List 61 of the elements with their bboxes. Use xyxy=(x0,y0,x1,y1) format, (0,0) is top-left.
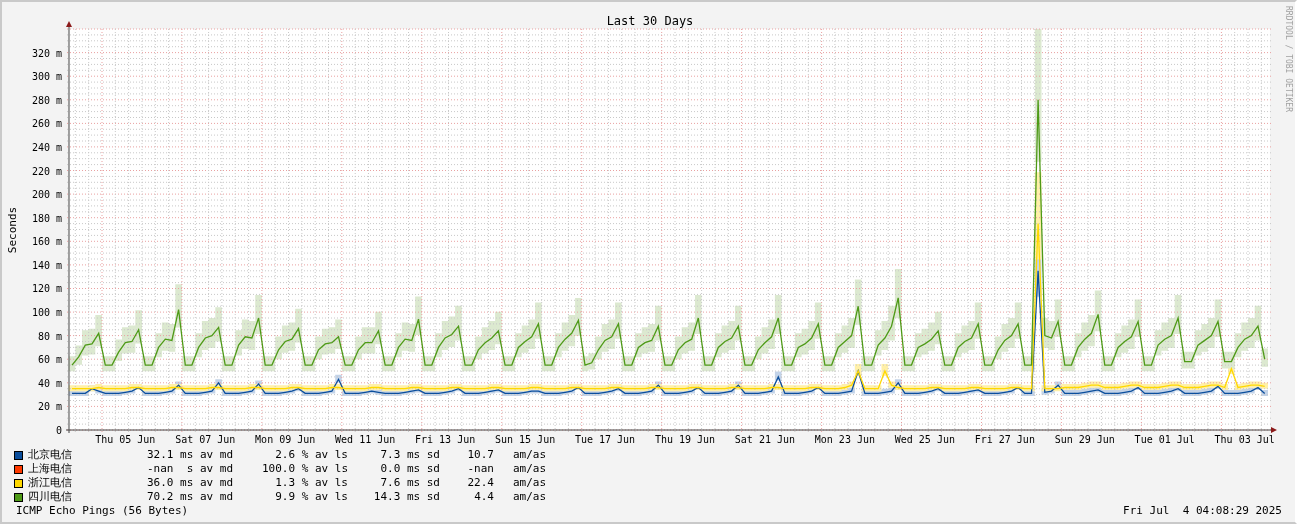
credit-text: RRDTOOL / TOBI OETIKER xyxy=(1284,6,1293,112)
loss-stat: 9.9 % av ls xyxy=(274,490,348,504)
ratio-unit: am/as xyxy=(512,476,548,490)
y-tick-label: 240 m xyxy=(31,141,62,153)
loss-stat: 2.6 % av ls xyxy=(274,448,348,462)
x-tick-label: Sat 07 Jun xyxy=(175,434,236,445)
y-tick-label: 280 m xyxy=(31,94,62,106)
y-tick-label: 320 m xyxy=(31,47,62,59)
ratio-stat: 4.4 xyxy=(473,490,494,504)
deviation-stat: 0.0 ms sd xyxy=(379,462,440,476)
x-tick-label: Wed 25 Jun xyxy=(894,434,955,445)
ratio-stat: 22.4 xyxy=(466,476,494,490)
y-tick-label: 160 m xyxy=(31,236,62,248)
y-tick-label: 300 m xyxy=(31,71,62,83)
x-tick-label: Thu 19 Jun xyxy=(654,434,716,445)
legend-name: 四川电信 xyxy=(28,490,73,504)
x-tick-label: Fri 13 Jun xyxy=(415,434,476,445)
ratio-unit: am/as xyxy=(512,490,548,504)
y-tick-label: 200 m xyxy=(31,189,62,201)
ratio-unit: am/as xyxy=(512,448,548,462)
loss-stat: 100.0 % av ls xyxy=(260,462,348,476)
loss-stat: 1.3 % av ls xyxy=(274,476,348,490)
median-stat: -nan s av md xyxy=(145,462,233,476)
ratio-stat: -nan xyxy=(466,462,494,476)
y-tick-label: 140 m xyxy=(31,259,62,271)
x-tick-label: Mon 09 Jun xyxy=(255,434,316,445)
x-tick-label: Sun 15 Jun xyxy=(494,434,556,445)
x-tick-label: Mon 23 Jun xyxy=(814,434,875,445)
y-tick-label: 80 m xyxy=(37,330,62,342)
y-tick-label: 180 m xyxy=(31,212,62,224)
median-stat: 32.1 ms av md xyxy=(145,448,233,462)
deviation-stat: 7.3 ms sd xyxy=(379,448,440,462)
y-tick-label: 40 m xyxy=(37,377,62,389)
timestamp: Fri Jul 4 04:08:29 2025 xyxy=(1123,504,1282,518)
probe-label: ICMP Echo Pings (56 Bytes) xyxy=(16,504,189,518)
deviation-stat: 7.6 ms sd xyxy=(379,476,440,490)
x-tick-label: Thu 03 Jul xyxy=(1214,434,1275,445)
x-tick-label: Tue 01 Jul xyxy=(1134,434,1195,445)
deviation-stat: 14.3 ms sd xyxy=(372,490,440,504)
y-tick-label: 120 m xyxy=(31,283,62,295)
y-tick-label: 20 m xyxy=(37,401,62,413)
x-tick-label: Sat 21 Jun xyxy=(734,434,796,445)
x-tick-label: Tue 17 Jun xyxy=(574,434,636,445)
y-axis-label: Seconds xyxy=(6,206,19,254)
y-tick-label: 0 xyxy=(55,425,62,436)
x-tick-label: Sun 29 Jun xyxy=(1054,434,1115,445)
y-tick-label: 220 m xyxy=(31,165,62,177)
legend-name: 上海电信 xyxy=(28,462,73,476)
legend-name: 北京电信 xyxy=(28,448,73,462)
y-tick-label: 60 m xyxy=(37,354,62,366)
x-tick-label: Wed 11 Jun xyxy=(335,434,396,445)
ratio-unit: am/as xyxy=(512,462,548,476)
y-tick-label: 100 m xyxy=(31,307,62,319)
median-stat: 36.0 ms av md xyxy=(145,476,233,490)
x-tick-label: Fri 27 Jun xyxy=(974,434,1035,445)
ratio-stat: 10.7 xyxy=(466,448,494,462)
x-tick-label: Thu 05 Jun xyxy=(95,434,156,445)
chart-title: Last 30 Days xyxy=(606,14,694,28)
median-stat: 70.2 ms av md xyxy=(145,490,233,504)
y-tick-label: 260 m xyxy=(31,118,62,130)
legend-name: 浙江电信 xyxy=(28,476,73,490)
